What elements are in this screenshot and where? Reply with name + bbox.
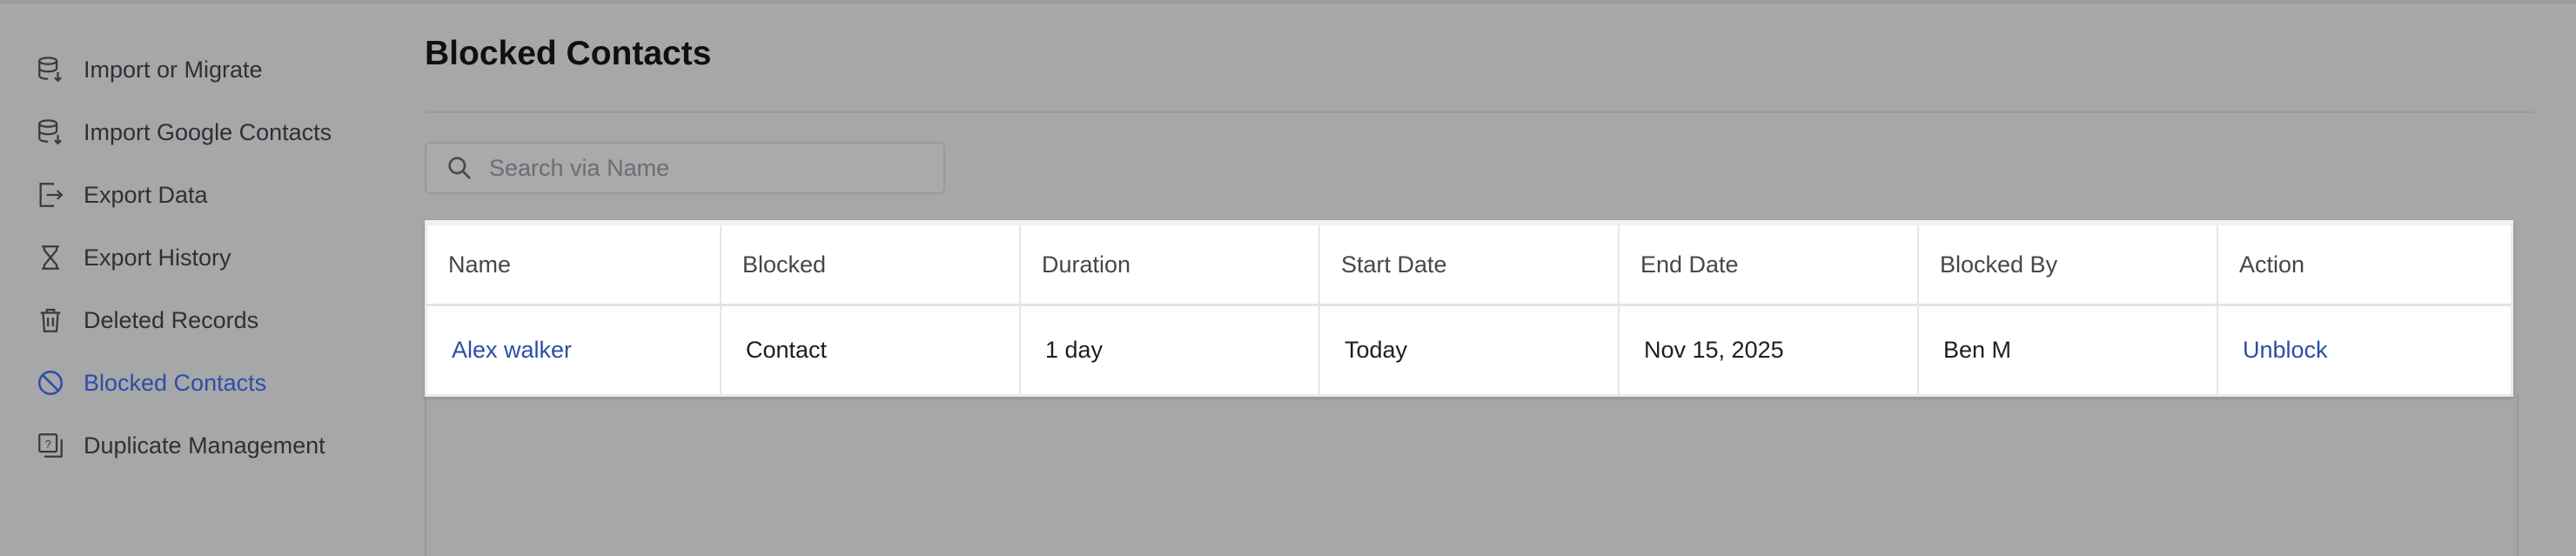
sidebar-item-duplicate-management[interactable]: ? Duplicate Management <box>33 421 325 470</box>
export-icon <box>33 178 68 212</box>
sidebar-item-import-google-contacts[interactable]: Import Google Contacts <box>33 108 332 157</box>
column-header-blocked-by[interactable]: Blocked By <box>1919 225 2218 304</box>
search-box[interactable] <box>425 142 945 194</box>
cell-blocked-by: Ben M <box>1919 306 2218 394</box>
database-import-icon <box>33 115 68 150</box>
sidebar-item-deleted-records[interactable]: Deleted Records <box>33 296 258 345</box>
contact-name-link[interactable]: Alex walker <box>452 337 572 364</box>
sidebar: Import or Migrate Import Google Contacts… <box>0 0 409 556</box>
block-icon <box>33 365 68 400</box>
cell-blocked: Contact <box>721 306 1021 394</box>
cell-action: Unblock <box>2218 306 2511 394</box>
sidebar-item-label: Deleted Records <box>84 306 259 333</box>
hourglass-icon <box>33 240 68 275</box>
column-header-start-date[interactable]: Start Date <box>1320 225 1620 304</box>
table-header: Name Blocked Duration Start Date End Dat… <box>427 225 2511 306</box>
trash-icon <box>33 303 68 338</box>
sidebar-item-label: Import or Migrate <box>84 56 263 83</box>
table-row: Alex walker Contact 1 day Today Nov 15, … <box>427 306 2511 394</box>
sidebar-item-label: Duplicate Management <box>84 432 325 459</box>
column-header-name[interactable]: Name <box>427 225 721 304</box>
sidebar-item-blocked-contacts[interactable]: Blocked Contacts <box>33 358 266 407</box>
database-import-icon <box>33 52 68 87</box>
sidebar-item-export-history[interactable]: Export History <box>33 233 231 282</box>
search-icon <box>444 152 475 184</box>
sidebar-item-label: Blocked Contacts <box>84 369 267 396</box>
column-header-action: Action <box>2239 251 2305 278</box>
column-header-blocked[interactable]: Blocked <box>721 225 1021 304</box>
sidebar-item-label: Export History <box>84 244 231 271</box>
sidebar-item-export-data[interactable]: Export Data <box>33 171 208 219</box>
page-title: Blocked Contacts <box>425 35 712 72</box>
column-header-end-date[interactable]: End Date <box>1620 225 1919 304</box>
duplicate-icon: ? <box>33 428 68 463</box>
cell-start-date: Today <box>1320 306 1620 394</box>
header-divider <box>425 111 2535 113</box>
sidebar-item-import-or-migrate[interactable]: Import or Migrate <box>33 45 263 94</box>
table-panel <box>425 394 2519 556</box>
cell-name: Alex walker <box>427 306 721 394</box>
blocked-contacts-table: Name Blocked Duration Start Date End Dat… <box>425 220 2513 397</box>
search-input[interactable] <box>487 153 926 183</box>
svg-text:?: ? <box>45 438 51 451</box>
cell-end-date: Nov 15, 2025 <box>1620 306 1919 394</box>
column-header-duration[interactable]: Duration <box>1021 225 1320 304</box>
sidebar-item-label: Export Data <box>84 181 208 208</box>
unblock-button[interactable]: Unblock <box>2243 337 2328 364</box>
cell-duration: 1 day <box>1021 306 1320 394</box>
sidebar-item-label: Import Google Contacts <box>84 118 332 145</box>
